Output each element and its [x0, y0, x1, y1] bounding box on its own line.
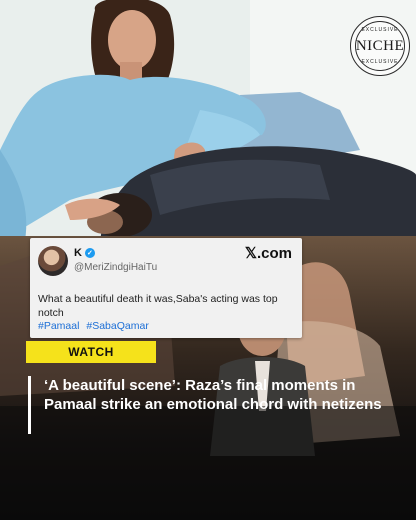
headline: ‘A beautiful scene’: Raza’s final moment… — [44, 377, 382, 413]
x-logo-source: 𝕏.com — [244, 245, 292, 262]
avatar — [38, 246, 68, 276]
logo-wordmark: NICHE — [355, 37, 405, 54]
hashtag-pamaal[interactable]: #Pamaal — [38, 320, 79, 332]
post-canvas: EXCLUSIVE NICHE EXCLUSIVE K ✓ @MeriZindg… — [0, 0, 416, 520]
verified-icon: ✓ — [84, 248, 95, 258]
logo-ring-bottom-text: EXCLUSIVE — [361, 59, 399, 65]
niche-logo: EXCLUSIVE NICHE EXCLUSIVE — [350, 16, 410, 76]
logo-ring-top-text: EXCLUSIVE — [361, 27, 399, 33]
tweet-user-name: K — [74, 247, 82, 259]
headline-accent-bar — [28, 376, 31, 434]
tweet-text: What a beautiful death it was,Saba's act… — [38, 293, 278, 319]
tweet-hashtags: #Pamaal #SabaQamar — [38, 320, 149, 332]
watch-label: WATCH — [26, 341, 156, 363]
tweet-user: K ✓ — [74, 247, 95, 259]
tweet-card: K ✓ @MeriZindgiHaiTu 𝕏.com What a beauti… — [30, 238, 302, 338]
hashtag-sabaqamar[interactable]: #SabaQamar — [86, 320, 148, 332]
tweet-handle: @MeriZindgiHaiTu — [74, 262, 158, 273]
